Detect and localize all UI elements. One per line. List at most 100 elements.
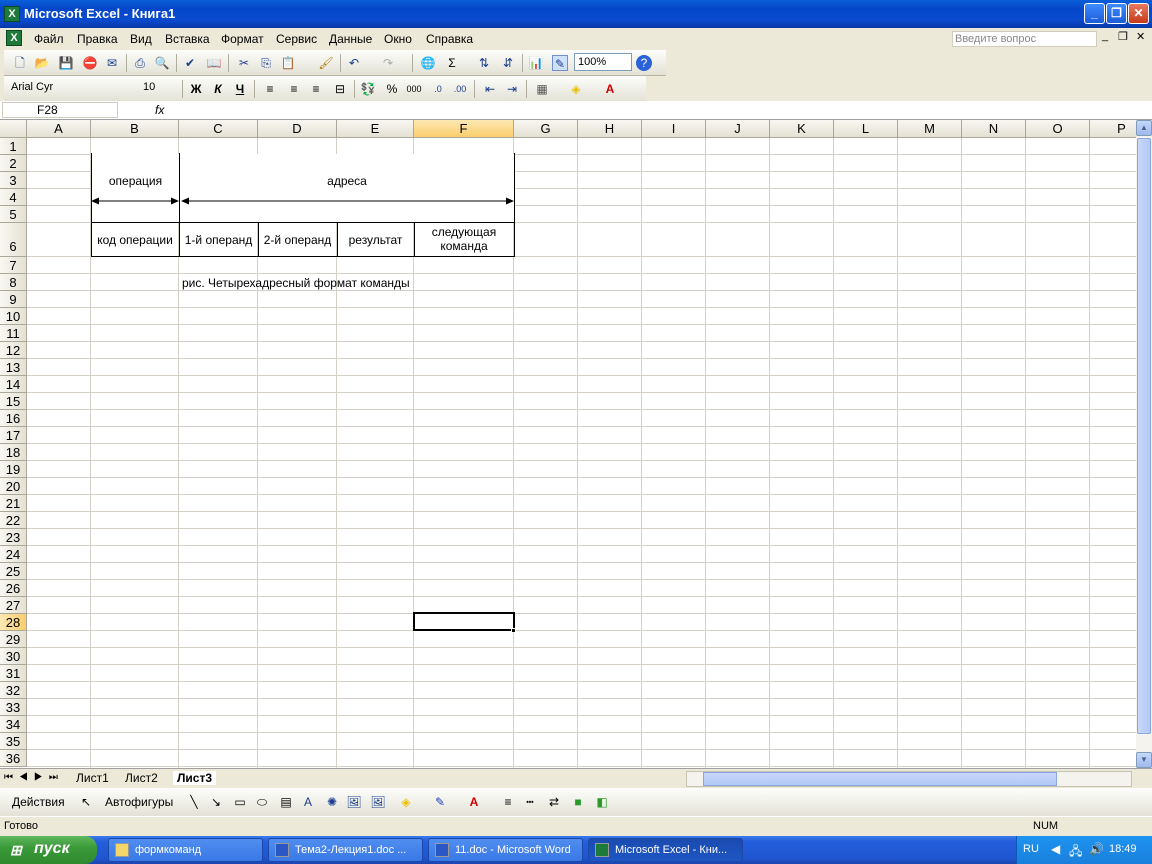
column-header[interactable]: L bbox=[834, 120, 898, 138]
row-header[interactable]: 18 bbox=[0, 444, 27, 461]
row-header[interactable]: 11 bbox=[0, 325, 27, 342]
line-style-icon[interactable]: ≡ bbox=[500, 794, 516, 810]
volume-icon[interactable]: 🔊 bbox=[1089, 842, 1104, 856]
menu-insert[interactable]: Вставка bbox=[165, 32, 210, 46]
row-header[interactable]: 1 bbox=[0, 138, 27, 155]
decrease-indent-icon[interactable]: ⇤ bbox=[482, 81, 498, 97]
open-icon[interactable]: 📂 bbox=[34, 55, 50, 71]
row-header[interactable]: 7 bbox=[0, 257, 27, 274]
shadow-icon[interactable]: ■ bbox=[570, 794, 586, 810]
font-color-icon[interactable]: A bbox=[602, 81, 618, 97]
column-header[interactable]: I bbox=[642, 120, 706, 138]
row-header[interactable]: 14 bbox=[0, 376, 27, 393]
dash-style-icon[interactable]: ┅ bbox=[522, 794, 538, 810]
drawing-icon[interactable]: ✎ bbox=[552, 55, 568, 71]
doc-close-icon[interactable]: ✕ bbox=[1136, 30, 1145, 43]
cut-icon[interactable]: ✂ bbox=[236, 55, 252, 71]
fill-handle[interactable] bbox=[511, 628, 516, 633]
row-header[interactable]: 34 bbox=[0, 716, 27, 733]
opcode-cell[interactable]: код операции bbox=[91, 233, 179, 247]
hscroll-thumb[interactable] bbox=[703, 772, 1057, 786]
formula-input[interactable] bbox=[176, 102, 1146, 118]
scroll-down-button[interactable]: ▼ bbox=[1136, 752, 1152, 768]
chart-wizard-icon[interactable]: 📊 bbox=[528, 55, 544, 71]
language-indicator[interactable]: RU bbox=[1023, 843, 1039, 855]
save-icon[interactable]: 💾 bbox=[58, 55, 74, 71]
column-header[interactable]: B bbox=[91, 120, 179, 138]
figure-caption[interactable]: рис. Четырехадресный формат команды bbox=[182, 276, 410, 290]
row-header[interactable]: 23 bbox=[0, 529, 27, 546]
currency-icon[interactable]: 💱 bbox=[360, 81, 376, 97]
line-color-icon[interactable]: ✎ bbox=[432, 794, 448, 810]
align-left-icon[interactable]: ≡ bbox=[262, 81, 278, 97]
select-all-corner[interactable] bbox=[0, 120, 27, 138]
select-objects-icon[interactable]: ↖ bbox=[78, 794, 94, 810]
scroll-thumb[interactable] bbox=[1137, 138, 1151, 734]
font-select[interactable]: Arial Cyr bbox=[8, 79, 136, 97]
row-header[interactable]: 26 bbox=[0, 580, 27, 597]
email-icon[interactable]: ✉ bbox=[104, 55, 120, 71]
row-header[interactable]: 17 bbox=[0, 427, 27, 444]
fill-color-icon[interactable]: ◈ bbox=[568, 81, 584, 97]
result-cell[interactable]: результат bbox=[337, 233, 414, 247]
row-header[interactable]: 29 bbox=[0, 631, 27, 648]
line-icon[interactable]: ╲ bbox=[186, 794, 202, 810]
function-icon[interactable]: fx bbox=[155, 103, 164, 117]
clock[interactable]: 18:49 bbox=[1109, 843, 1137, 855]
increase-decimal-icon[interactable]: .0 bbox=[430, 81, 446, 97]
menu-view[interactable]: Вид bbox=[130, 32, 152, 46]
help-search-input[interactable]: Введите вопрос bbox=[952, 31, 1097, 47]
row-header[interactable]: 31 bbox=[0, 665, 27, 682]
row-header[interactable]: 10 bbox=[0, 308, 27, 325]
autosum-icon[interactable]: Σ bbox=[444, 55, 460, 71]
italic-button[interactable]: К bbox=[210, 81, 226, 97]
diagram-icon[interactable]: ✺ bbox=[324, 794, 340, 810]
column-header[interactable]: J bbox=[706, 120, 770, 138]
row-header[interactable]: 28 bbox=[0, 614, 27, 631]
row-header[interactable]: 36 bbox=[0, 750, 27, 767]
new-icon[interactable]: 🗋 bbox=[12, 55, 28, 71]
increase-indent-icon[interactable]: ⇥ bbox=[504, 81, 520, 97]
format-painter-icon[interactable]: 🖌 bbox=[318, 55, 334, 71]
excel-app-icon[interactable]: X bbox=[4, 6, 20, 22]
menu-tools[interactable]: Сервис bbox=[276, 32, 317, 46]
draw-actions-menu[interactable]: Действия bbox=[12, 795, 65, 809]
hyperlink-icon[interactable]: 🌐 bbox=[420, 55, 436, 71]
row-header[interactable]: 13 bbox=[0, 359, 27, 376]
row-header[interactable]: 24 bbox=[0, 546, 27, 563]
task-word-11[interactable]: 11.doc - Microsoft Word bbox=[428, 838, 583, 862]
row-header[interactable]: 3 bbox=[0, 172, 27, 189]
vertical-scrollbar[interactable]: ▲ ▼ bbox=[1136, 120, 1152, 768]
column-header[interactable]: H bbox=[578, 120, 642, 138]
tray-expand-icon[interactable]: ◀ bbox=[1051, 842, 1060, 856]
network-icon[interactable]: 🖧 bbox=[1069, 842, 1082, 863]
row-header[interactable]: 20 bbox=[0, 478, 27, 495]
task-folder[interactable]: формкоманд bbox=[108, 838, 263, 862]
row-header[interactable]: 9 bbox=[0, 291, 27, 308]
task-excel[interactable]: Microsoft Excel - Кни... bbox=[588, 838, 743, 862]
operand1-cell[interactable]: 1-й операнд bbox=[179, 233, 258, 247]
column-header[interactable]: O bbox=[1026, 120, 1090, 138]
row-header[interactable]: 27 bbox=[0, 597, 27, 614]
row-header[interactable]: 5 bbox=[0, 206, 27, 223]
help-icon[interactable]: ? bbox=[636, 55, 652, 71]
arrow-icon[interactable]: ↘ bbox=[208, 794, 224, 810]
scroll-up-button[interactable]: ▲ bbox=[1136, 120, 1152, 136]
row-header[interactable]: 15 bbox=[0, 393, 27, 410]
textbox-icon[interactable]: ▤ bbox=[278, 794, 294, 810]
zoom-select[interactable]: 100% bbox=[574, 53, 632, 71]
start-button[interactable]: ⊞ пуск bbox=[0, 836, 97, 864]
active-cell-f28[interactable] bbox=[413, 612, 515, 631]
doc-restore-icon[interactable]: ❐ bbox=[1118, 30, 1128, 43]
operand2-cell[interactable]: 2-й операнд bbox=[258, 233, 337, 247]
row-header[interactable]: 33 bbox=[0, 699, 27, 716]
row-header[interactable]: 32 bbox=[0, 682, 27, 699]
row-header[interactable]: 19 bbox=[0, 461, 27, 478]
thousands-button[interactable]: 000 bbox=[406, 81, 422, 97]
research-icon[interactable]: 📖 bbox=[206, 55, 222, 71]
row-header[interactable]: 21 bbox=[0, 495, 27, 512]
clipart-icon[interactable]: 🖼 bbox=[346, 794, 362, 810]
column-header[interactable]: C bbox=[179, 120, 258, 138]
column-header[interactable]: G bbox=[514, 120, 578, 138]
row-header[interactable]: 12 bbox=[0, 342, 27, 359]
